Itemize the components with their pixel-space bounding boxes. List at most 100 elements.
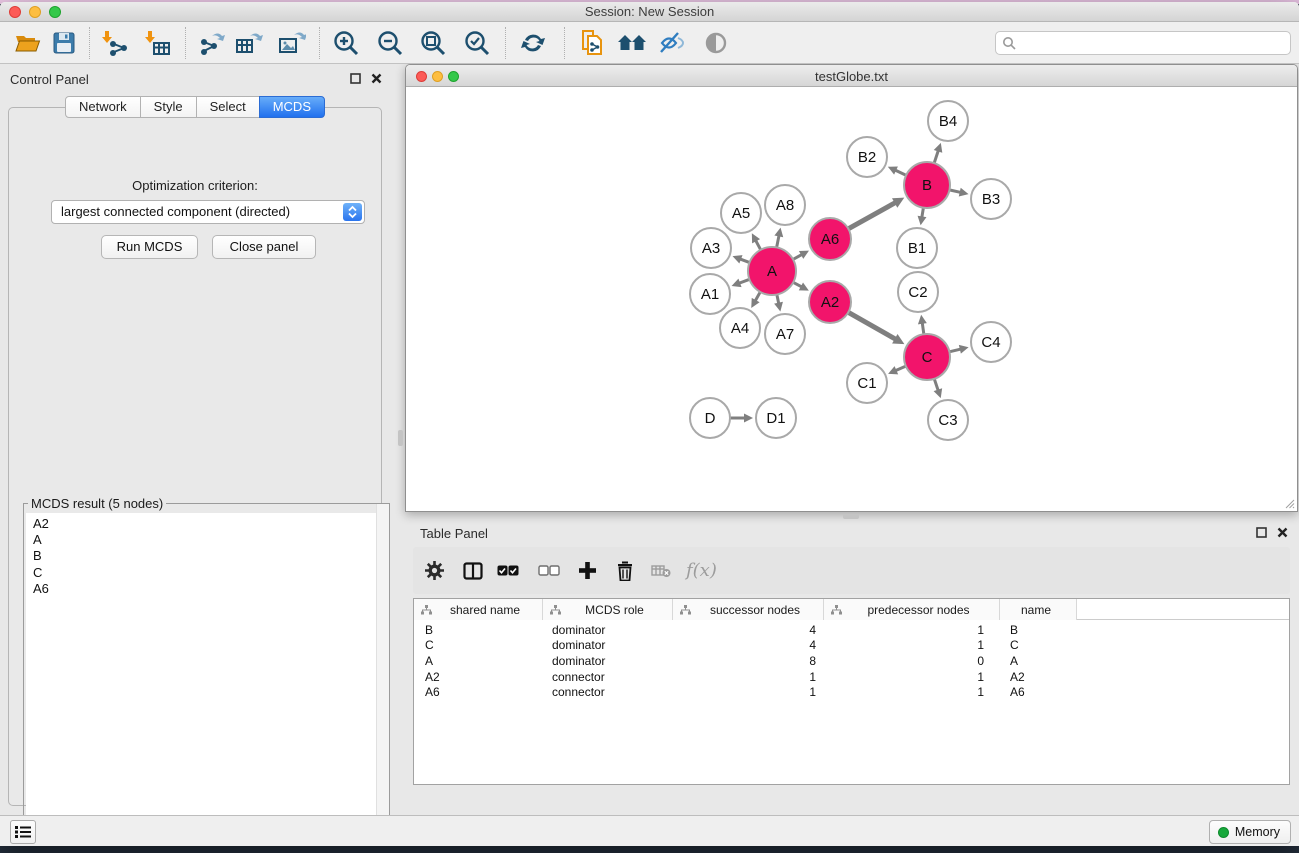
table-cell[interactable]: dominator xyxy=(543,638,673,652)
export-table-icon[interactable] xyxy=(234,27,264,59)
network-graph[interactable]: B4B2BB3A5A8A6B1A3AC2A1A2A4A7C4CC1C3DD1 xyxy=(406,87,1297,511)
close-panel-icon[interactable] xyxy=(1277,527,1288,538)
import-table-icon[interactable] xyxy=(143,27,173,59)
close-panel-icon[interactable] xyxy=(371,73,382,84)
vertical-splitter-handle[interactable] xyxy=(398,430,403,446)
table-row[interactable]: A6connector11A6 xyxy=(414,684,1289,700)
search-input[interactable] xyxy=(1020,33,1290,53)
column-header-name[interactable]: name xyxy=(1000,599,1077,620)
task-history-button[interactable] xyxy=(10,820,36,844)
function-builder-icon[interactable]: f(x) xyxy=(686,560,717,581)
graph-edge-A-A1[interactable] xyxy=(740,280,749,283)
table-cell[interactable]: dominator xyxy=(543,654,673,668)
graph-edge-A-A8[interactable] xyxy=(777,236,779,246)
result-scrollbar[interactable] xyxy=(376,504,389,815)
table-row[interactable]: Adominator80A xyxy=(414,653,1289,669)
zoom-fit-icon[interactable] xyxy=(418,27,448,59)
zoom-out-icon[interactable] xyxy=(375,27,405,59)
table-cell[interactable]: 1 xyxy=(824,638,1000,652)
table-cell[interactable]: 8 xyxy=(673,654,824,668)
zoom-selected-icon[interactable] xyxy=(462,27,492,59)
table-cell[interactable]: connector xyxy=(543,685,673,699)
table-row[interactable]: Bdominator41B xyxy=(414,622,1289,638)
graph-edge-C-C3[interactable] xyxy=(935,380,938,390)
graph-edge-C-C1[interactable] xyxy=(896,367,905,371)
select-all-icon[interactable] xyxy=(497,565,519,576)
table-settings-gear-icon[interactable] xyxy=(424,560,445,581)
table-cell[interactable]: connector xyxy=(543,670,673,684)
graph-edge-B-B2[interactable] xyxy=(896,171,905,175)
graph-edge-C-C2[interactable] xyxy=(922,324,923,334)
table-cell[interactable]: dominator xyxy=(543,623,673,637)
table-cell[interactable]: 4 xyxy=(673,623,824,637)
table-cell[interactable]: A2 xyxy=(1000,670,1077,684)
import-network-icon[interactable] xyxy=(100,27,130,59)
column-header-mcds-role[interactable]: MCDS role xyxy=(543,599,673,620)
table-cell[interactable]: B xyxy=(1000,623,1077,637)
criterion-dropdown[interactable]: largest connected component (directed) xyxy=(51,200,365,224)
table-cell[interactable]: 1 xyxy=(824,670,1000,684)
column-header-predecessor-nodes[interactable]: predecessor nodes xyxy=(824,599,1000,620)
home-icon[interactable] xyxy=(617,27,647,59)
graph-edge-A-A3[interactable] xyxy=(741,259,749,262)
open-session-icon[interactable] xyxy=(13,27,43,59)
float-panel-icon[interactable] xyxy=(350,73,361,84)
graph-edge-C-C4[interactable] xyxy=(950,349,959,351)
hide-glasses-icon[interactable] xyxy=(657,27,687,59)
table-cell[interactable]: A2 xyxy=(414,670,543,684)
zoom-in-icon[interactable] xyxy=(331,27,361,59)
graph-edge-B-B1[interactable] xyxy=(922,209,923,217)
delete-column-trash-icon[interactable] xyxy=(616,561,634,581)
graph-edge-A-A7[interactable] xyxy=(777,295,778,302)
export-image-icon[interactable] xyxy=(277,27,307,59)
search-field[interactable] xyxy=(995,31,1291,55)
run-mcds-button[interactable]: Run MCDS xyxy=(101,235,198,259)
graph-edge-A-A4[interactable] xyxy=(756,293,760,300)
graph-edge-A-A6[interactable] xyxy=(794,255,801,259)
tab-network[interactable]: Network xyxy=(65,96,141,118)
add-column-icon[interactable] xyxy=(579,562,596,579)
tab-select[interactable]: Select xyxy=(196,96,260,118)
mcds-result-item[interactable]: B xyxy=(26,548,387,564)
table-cell[interactable]: C xyxy=(1000,638,1077,652)
graph-edge-A-A2[interactable] xyxy=(794,283,801,287)
resize-grip[interactable] xyxy=(1283,497,1295,509)
mcds-result-item[interactable]: A xyxy=(26,532,387,548)
save-session-icon[interactable] xyxy=(49,27,79,59)
table-row[interactable]: A2connector11A2 xyxy=(414,669,1289,685)
duplicate-network-icon[interactable] xyxy=(578,27,608,59)
horizontal-splitter-handle[interactable] xyxy=(843,514,859,519)
table-cell[interactable]: 1 xyxy=(824,685,1000,699)
mcds-result-item[interactable]: C xyxy=(26,565,387,581)
table-cell[interactable]: A6 xyxy=(414,685,543,699)
mcds-result-item[interactable]: A6 xyxy=(26,581,387,597)
table-cell[interactable]: A xyxy=(414,654,543,668)
mcds-result-item[interactable]: A2 xyxy=(26,513,387,532)
deselect-all-icon[interactable] xyxy=(538,565,560,576)
table-cell[interactable]: 1 xyxy=(824,623,1000,637)
column-header-successor-nodes[interactable]: successor nodes xyxy=(673,599,824,620)
graph-edge-B-B3[interactable] xyxy=(950,190,959,192)
table-cell[interactable]: 1 xyxy=(673,685,824,699)
graph-edge-A6-B[interactable] xyxy=(849,203,894,228)
table-cell[interactable]: B xyxy=(414,623,543,637)
graph-edge-A-A5[interactable] xyxy=(756,241,760,249)
export-network-icon[interactable] xyxy=(197,27,227,59)
eye-icon[interactable] xyxy=(701,27,731,59)
graph-edge-B-B4[interactable] xyxy=(934,151,938,162)
close-panel-button[interactable]: Close panel xyxy=(212,235,316,259)
table-cell[interactable]: 0 xyxy=(824,654,1000,668)
float-panel-icon[interactable] xyxy=(1256,527,1267,538)
memory-button[interactable]: Memory xyxy=(1209,820,1291,844)
tab-mcds[interactable]: MCDS xyxy=(259,96,325,118)
table-cell[interactable]: A xyxy=(1000,654,1077,668)
table-row[interactable]: Cdominator41C xyxy=(414,638,1289,654)
table-cell[interactable]: C xyxy=(414,638,543,652)
table-cell[interactable]: A6 xyxy=(1000,685,1077,699)
refresh-view-icon[interactable] xyxy=(518,27,548,59)
column-header-shared-name[interactable]: shared name xyxy=(414,599,543,620)
show-columns-icon[interactable] xyxy=(463,562,483,580)
tab-style[interactable]: Style xyxy=(140,96,197,118)
table-cell[interactable]: 4 xyxy=(673,638,824,652)
graph-edge-A2-C[interactable] xyxy=(849,313,895,339)
